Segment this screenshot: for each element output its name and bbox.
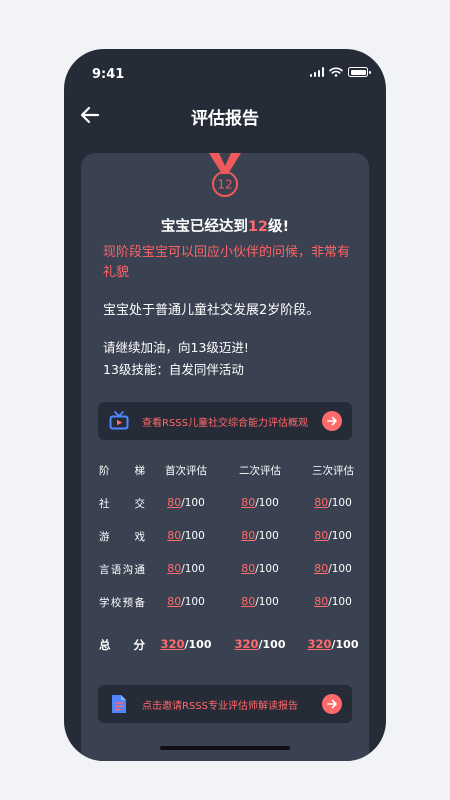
page-title: 评估报告 bbox=[191, 109, 259, 129]
status-icons bbox=[309, 67, 371, 77]
score-value: 80 bbox=[167, 562, 182, 575]
headline-level: 12 bbox=[247, 219, 269, 235]
score-max: /100 bbox=[255, 497, 279, 509]
table-row: 言语沟通 80/100 80/100 80/100 bbox=[81, 562, 369, 582]
total-max: /100 bbox=[184, 638, 212, 651]
highlight-text: 现阶段宝宝可以回应小伙伴的问候，非常有礼貌 bbox=[103, 245, 351, 280]
score-cell: 80/100 bbox=[225, 595, 295, 608]
total-max: /100 bbox=[331, 638, 359, 651]
total-score: 320 bbox=[234, 637, 259, 651]
total-max: /100 bbox=[258, 638, 286, 651]
battery-icon bbox=[348, 67, 371, 77]
table-total-row: 总分 320/100 320/100 320/100 bbox=[81, 637, 369, 657]
status-time: 9:41 bbox=[92, 67, 125, 82]
wifi-icon bbox=[329, 67, 343, 77]
score-cell: 80/100 bbox=[225, 496, 295, 509]
stage-text: 宝宝处于普通儿童社交发展2岁阶段。 bbox=[103, 303, 320, 318]
score-max: /100 bbox=[255, 596, 279, 608]
status-bar: 9:41 bbox=[64, 49, 386, 93]
table-row: 学校预备 80/100 80/100 80/100 bbox=[81, 595, 369, 615]
row-label: 学校预备 bbox=[99, 597, 145, 609]
table-header: 阶梯 首次评估 二次评估 三次评估 bbox=[81, 463, 369, 483]
score-value: 80 bbox=[241, 496, 256, 509]
score-value: 80 bbox=[241, 595, 256, 608]
score-value: 80 bbox=[314, 562, 329, 575]
header-stage: 阶梯 bbox=[99, 465, 145, 477]
nav-bar: 评估报告 bbox=[64, 95, 386, 135]
total-cell: 320/100 bbox=[225, 637, 295, 651]
header-first: 首次评估 bbox=[165, 465, 207, 477]
overview-banner-text: 查看RSSS儿童社交综合能力评估概观 bbox=[142, 418, 308, 429]
overview-banner[interactable]: 查看RSSS儿童社交综合能力评估概观 bbox=[98, 402, 352, 440]
score-max: /100 bbox=[328, 563, 352, 575]
score-value: 80 bbox=[314, 496, 329, 509]
total-score: 320 bbox=[307, 637, 332, 651]
score-max: /100 bbox=[328, 497, 352, 509]
score-value: 80 bbox=[314, 529, 329, 542]
row-label: 游戏 bbox=[99, 531, 145, 543]
score-max: /100 bbox=[328, 530, 352, 542]
level-headline: 宝宝已经达到12级! bbox=[81, 215, 369, 236]
arrow-right-icon bbox=[327, 699, 337, 709]
overview-go-button[interactable] bbox=[322, 411, 342, 431]
row-label: 社交 bbox=[99, 498, 145, 510]
total-cell: 320/100 bbox=[298, 637, 368, 651]
total-label: 总分 bbox=[99, 638, 145, 652]
signal-icon bbox=[309, 67, 324, 77]
row-label: 言语沟通 bbox=[99, 564, 145, 576]
score-max: /100 bbox=[181, 596, 205, 608]
score-value: 80 bbox=[314, 595, 329, 608]
score-max: /100 bbox=[255, 563, 279, 575]
score-cell: 80/100 bbox=[298, 496, 368, 509]
headline-suffix: 级! bbox=[268, 219, 290, 235]
score-cell: 80/100 bbox=[225, 529, 295, 542]
score-max: /100 bbox=[181, 530, 205, 542]
score-cell: 80/100 bbox=[151, 562, 221, 575]
score-cell: 80/100 bbox=[298, 529, 368, 542]
phone-frame: 9:41 评估报告 12 宝宝已经达到12级! 现阶段宝宝可以回应小伙伴的问候，… bbox=[64, 49, 386, 761]
total-score: 320 bbox=[160, 637, 185, 651]
score-value: 80 bbox=[167, 496, 182, 509]
encourage-text: 请继续加油，向13级迈进! bbox=[103, 340, 249, 355]
skill-text: 13级技能：自发同伴活动 bbox=[103, 362, 244, 377]
tv-icon bbox=[109, 411, 129, 430]
score-cell: 80/100 bbox=[298, 562, 368, 575]
home-indicator bbox=[160, 746, 290, 750]
score-cell: 80/100 bbox=[151, 529, 221, 542]
header-second: 二次评估 bbox=[239, 465, 281, 477]
header-third: 三次评估 bbox=[312, 465, 354, 477]
invite-banner[interactable]: 点击邀请RSSS专业评估师解读报告 bbox=[98, 685, 352, 723]
score-value: 80 bbox=[241, 529, 256, 542]
total-cell: 320/100 bbox=[151, 637, 221, 651]
score-cell: 80/100 bbox=[225, 562, 295, 575]
score-max: /100 bbox=[255, 530, 279, 542]
score-max: /100 bbox=[181, 563, 205, 575]
invite-go-button[interactable] bbox=[322, 694, 342, 714]
score-max: /100 bbox=[328, 596, 352, 608]
medal-level: 12 bbox=[217, 178, 232, 192]
headline-prefix: 宝宝已经达到 bbox=[160, 219, 248, 235]
score-max: /100 bbox=[181, 497, 205, 509]
document-icon bbox=[112, 695, 126, 713]
invite-banner-text: 点击邀请RSSS专业评估师解读报告 bbox=[142, 701, 298, 712]
score-cell: 80/100 bbox=[151, 595, 221, 608]
table-row: 社交 80/100 80/100 80/100 bbox=[81, 496, 369, 516]
score-value: 80 bbox=[241, 562, 256, 575]
score-value: 80 bbox=[167, 595, 182, 608]
table-row: 游戏 80/100 80/100 80/100 bbox=[81, 529, 369, 549]
score-cell: 80/100 bbox=[151, 496, 221, 509]
score-value: 80 bbox=[167, 529, 182, 542]
score-cell: 80/100 bbox=[298, 595, 368, 608]
arrow-right-icon bbox=[327, 416, 337, 426]
report-card: 12 宝宝已经达到12级! 现阶段宝宝可以回应小伙伴的问候，非常有礼貌 宝宝处于… bbox=[81, 153, 369, 761]
medal-icon: 12 bbox=[209, 153, 241, 197]
